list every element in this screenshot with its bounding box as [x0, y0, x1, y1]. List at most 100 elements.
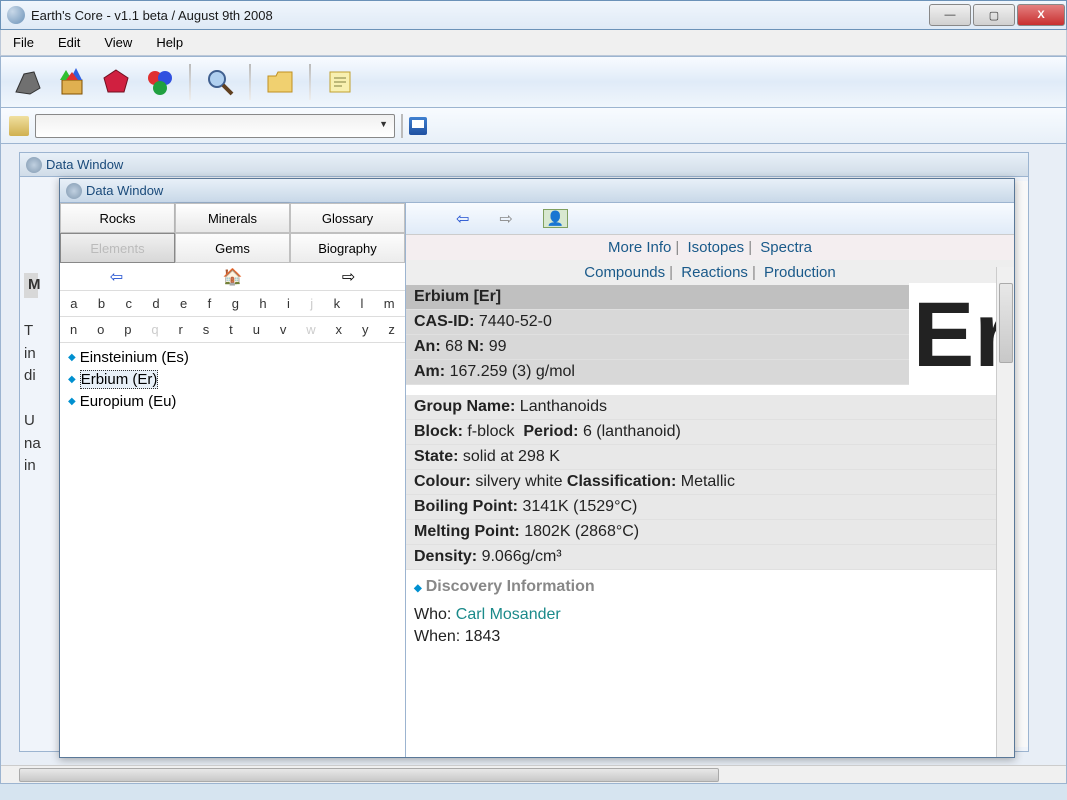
left-pane: Rocks Minerals Glossary Elements Gems Bi…: [60, 203, 406, 757]
alpha-row-1: a b c d e f g h i j kl m: [60, 291, 405, 317]
element-list-item[interactable]: ◆Erbium (Er): [64, 368, 401, 391]
alpha-j[interactable]: j: [308, 296, 315, 311]
nav-row: ⇦ 🏠 ⇨: [60, 263, 405, 291]
alpha-f[interactable]: f: [206, 296, 214, 311]
alpha-x[interactable]: x: [334, 322, 345, 337]
detail-person-icon[interactable]: 👤: [543, 209, 568, 228]
detail-toolbar: ⇦ ⇨ 👤: [406, 203, 1014, 235]
nav-home-icon[interactable]: 🏠: [223, 267, 243, 287]
close-button[interactable]: X: [1017, 4, 1065, 26]
folder-icon[interactable]: [261, 63, 299, 101]
element-list[interactable]: ◆Einsteinium (Es)◆Erbium (Er)◆Europium (…: [60, 343, 405, 757]
info-vertical-scrollbar[interactable]: [996, 267, 1014, 757]
detail-back-icon[interactable]: ⇦: [456, 209, 469, 229]
link-more-info[interactable]: More Info: [608, 239, 671, 256]
alpha-h[interactable]: h: [257, 296, 268, 311]
element-block-period: Block: f-block Period: 6 (lanthanoid): [406, 420, 1014, 445]
element-state: State: solid at 298 K: [406, 445, 1014, 470]
tab-elements[interactable]: Elements: [60, 233, 175, 263]
alpha-e[interactable]: e: [178, 296, 189, 311]
alpha-g[interactable]: g: [230, 296, 241, 311]
alpha-y[interactable]: y: [360, 322, 371, 337]
tab-gems[interactable]: Gems: [175, 233, 290, 263]
alpha-m[interactable]: m: [382, 296, 397, 311]
alpha-v[interactable]: v: [278, 322, 289, 337]
window-icon: [26, 157, 42, 173]
element-melting: Melting Point: 1802K (2868°C): [406, 520, 1014, 545]
bullet-icon: ◆: [68, 396, 76, 407]
alpha-o[interactable]: o: [95, 322, 106, 337]
folder-small-icon[interactable]: [9, 116, 29, 136]
window-title: Earth's Core - v1.1 beta / August 9th 20…: [31, 8, 273, 23]
menu-help[interactable]: Help: [144, 31, 195, 54]
rocks-tool-icon[interactable]: [9, 63, 47, 101]
menu-file[interactable]: File: [1, 31, 46, 54]
alpha-z[interactable]: z: [386, 322, 397, 337]
data-window-back-header[interactable]: Data Window: [20, 153, 1028, 177]
main-toolbar: [0, 56, 1067, 108]
workarea: Data Window M T in di U na in A Data Win…: [0, 144, 1067, 784]
magnifier-icon[interactable]: [201, 63, 239, 101]
alpha-k[interactable]: k: [332, 296, 343, 311]
link-reactions[interactable]: Reactions: [681, 264, 748, 281]
alpha-s[interactable]: s: [201, 322, 212, 337]
element-boiling: Boiling Point: 3141K (1529°C): [406, 495, 1014, 520]
maximize-button[interactable]: ▢: [973, 4, 1015, 26]
alpha-b[interactable]: b: [96, 296, 107, 311]
link-spectra[interactable]: Spectra: [760, 239, 812, 256]
window-icon: [66, 183, 82, 199]
element-list-item[interactable]: ◆Europium (Eu): [64, 391, 401, 412]
alpha-row-2: n o p q r st u vw xyz: [60, 317, 405, 343]
tab-minerals[interactable]: Minerals: [175, 203, 290, 233]
nav-back-icon[interactable]: ⇦: [110, 267, 123, 287]
alpha-i[interactable]: i: [285, 296, 292, 311]
alpha-p[interactable]: p: [122, 322, 133, 337]
element-group: Group Name: Lanthanoids: [406, 395, 1014, 420]
alpha-c[interactable]: c: [123, 296, 134, 311]
scrollbar-thumb[interactable]: [19, 768, 719, 782]
toolbar-divider: [401, 114, 403, 138]
discovery-who: Who: Carl Mosander: [406, 604, 1014, 626]
element-list-item[interactable]: ◆Einsteinium (Es): [64, 347, 401, 368]
link-compounds[interactable]: Compounds: [584, 264, 665, 281]
element-colour-class: Colour: silvery white Classification: Me…: [406, 470, 1014, 495]
discovery-header: ◆Discovery Information: [406, 570, 1014, 604]
link-discoverer[interactable]: Carl Mosander: [456, 606, 561, 623]
save-icon[interactable]: [409, 117, 427, 135]
discovery-when: When: 1843: [406, 626, 1014, 648]
detail-forward-icon[interactable]: ⇨: [499, 209, 512, 229]
minimize-button[interactable]: —: [929, 4, 971, 26]
alpha-a[interactable]: a: [68, 296, 79, 311]
nav-forward-icon[interactable]: ⇨: [342, 267, 355, 287]
link-production[interactable]: Production: [764, 264, 836, 281]
titlebar: Earth's Core - v1.1 beta / August 9th 20…: [0, 0, 1067, 30]
alpha-r[interactable]: r: [177, 322, 185, 337]
link-bar-2: Compounds| Reactions| Production: [406, 260, 1014, 285]
minerals-box-icon[interactable]: [53, 63, 91, 101]
alpha-q[interactable]: q: [149, 322, 160, 337]
toolbar-divider: [249, 64, 251, 100]
info-body[interactable]: More Info| Isotopes| Spectra Compounds| …: [406, 235, 1014, 757]
data-window-front: Data Window Rocks Minerals Glossary Elem…: [59, 178, 1015, 758]
alpha-l[interactable]: l: [358, 296, 365, 311]
workarea-horizontal-scrollbar[interactable]: [1, 765, 1066, 783]
alpha-n[interactable]: n: [68, 322, 79, 337]
data-window-front-header[interactable]: Data Window: [60, 179, 1014, 203]
address-combo[interactable]: [35, 114, 395, 138]
back-content-fragment: M T in di U na in: [24, 273, 41, 478]
alpha-t[interactable]: t: [227, 322, 235, 337]
menu-view[interactable]: View: [92, 31, 144, 54]
tab-glossary[interactable]: Glossary: [290, 203, 405, 233]
gem-icon[interactable]: [97, 63, 135, 101]
menu-edit[interactable]: Edit: [46, 31, 92, 54]
tab-biography[interactable]: Biography: [290, 233, 405, 263]
tab-rocks[interactable]: Rocks: [60, 203, 175, 233]
alpha-d[interactable]: d: [150, 296, 161, 311]
link-bar-1: More Info| Isotopes| Spectra: [406, 235, 1014, 260]
link-isotopes[interactable]: Isotopes: [687, 239, 744, 256]
alpha-u[interactable]: u: [251, 322, 262, 337]
scrollbar-thumb[interactable]: [999, 283, 1013, 363]
alpha-w[interactable]: w: [304, 322, 317, 337]
note-icon[interactable]: [321, 63, 359, 101]
atoms-icon[interactable]: [141, 63, 179, 101]
